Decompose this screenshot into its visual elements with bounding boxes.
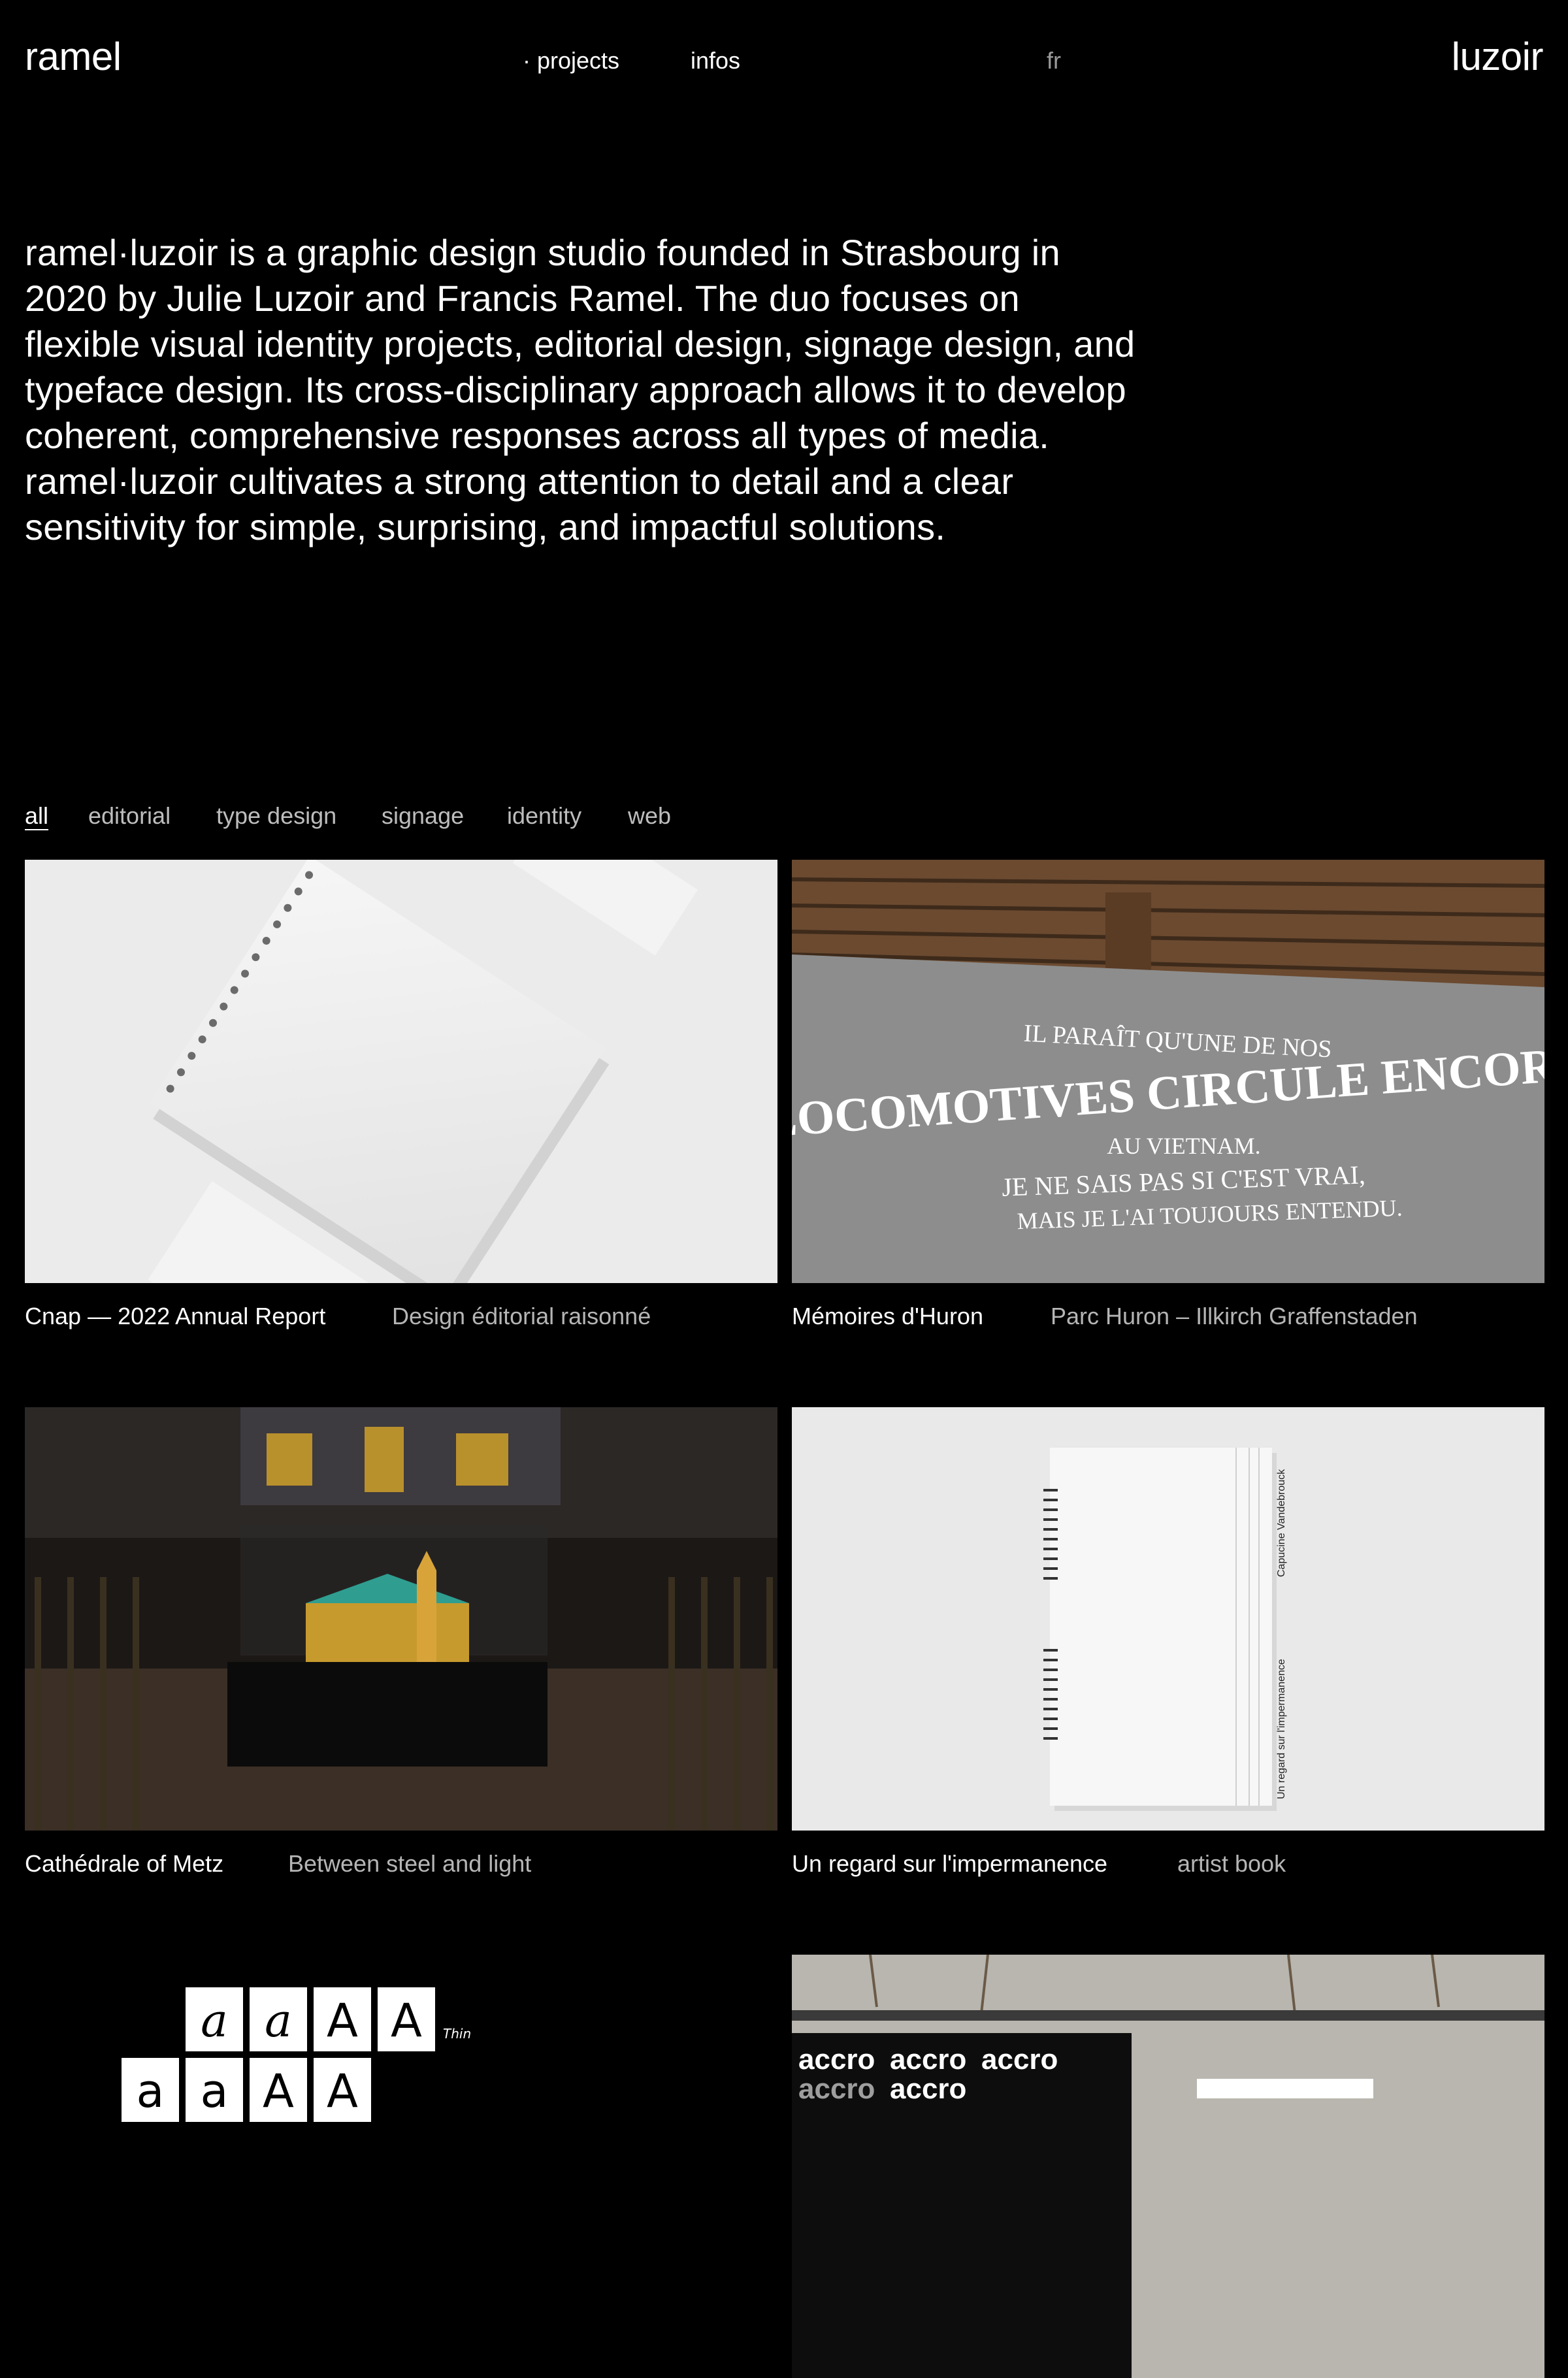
svg-text:a: a (201, 2064, 229, 2118)
project-title[interactable]: Cathédrale of Metz (25, 1850, 223, 1878)
logo-luzoir[interactable]: luzoir (1452, 34, 1544, 79)
studio-intro-text: ramel·luzoir is a graphic design studio … (25, 232, 1135, 547)
svg-text:accro: accro (981, 2044, 1058, 2076)
svg-text:a: a (265, 1994, 292, 2047)
project-thumbnail-cnap-notebooks[interactable] (25, 860, 777, 1283)
filter-editorial[interactable]: editorial (88, 802, 171, 830)
project-subtitle: Design éditorial raisonné (392, 1303, 651, 1329)
project-title[interactable]: Mémoires d'Huron (792, 1303, 983, 1330)
project-title[interactable]: Cnap — 2022 Annual Report (25, 1303, 325, 1330)
filter-identity[interactable]: identity (507, 802, 581, 830)
nav-infos-link[interactable]: infos (691, 47, 740, 74)
project-thumbnail-artist-book[interactable]: Capucine Vandebrouck Un regard sur l'imp… (792, 1407, 1544, 1831)
svg-text:A: A (263, 2064, 294, 2118)
svg-text:accro: accro (890, 2044, 966, 2076)
nav-projects-link[interactable]: · projects (523, 47, 619, 74)
filter-web[interactable]: web (628, 802, 671, 830)
project-subtitle: Parc Huron – Illkirch Graffenstaden (1051, 1303, 1418, 1329)
filter-type-design[interactable]: type design (216, 802, 336, 830)
book-title-text: Un regard sur l'impermanence (1276, 1659, 1287, 1799)
filter-signage[interactable]: signage (382, 802, 464, 830)
project-thumbnail-metz-cathedral-model[interactable] (25, 1407, 777, 1831)
svg-text:A: A (327, 2064, 358, 2118)
language-switch-fr[interactable]: fr (1047, 47, 1061, 74)
project-thumbnail-huron-signage-wall[interactable]: IL PARAÎT QU'UNE DE NOS LOCOMOTIVES CIRC… (792, 860, 1544, 1283)
svg-text:accro: accro (798, 2073, 875, 2105)
weight-label-thin: Thin (443, 2026, 471, 2042)
project-subtitle: Between steel and light (288, 1850, 532, 1877)
svg-text:a: a (137, 2064, 165, 2118)
filter-all[interactable]: all (25, 802, 48, 830)
svg-text:A: A (327, 1994, 358, 2047)
project-thumbnail-type-specimen[interactable]: a a A A a a A A Thin (25, 1955, 777, 2378)
site-header: ramel · projects infos fr luzoir (0, 0, 1568, 118)
project-title[interactable]: Un regard sur l'impermanence (792, 1850, 1107, 1878)
book-author-text: Capucine Vandebrouck (1276, 1469, 1287, 1577)
poster-accro-text: accro (798, 2044, 875, 2076)
svg-text:a: a (201, 1994, 228, 2047)
project-thumbnail-accro-poster[interactable]: accro accro accro accro accro (792, 1955, 1544, 2378)
signage-line-3: AU VIETNAM. (1107, 1133, 1260, 1159)
project-subtitle: artist book (1177, 1850, 1286, 1877)
svg-text:A: A (391, 1994, 422, 2047)
logo-ramel[interactable]: ramel (25, 34, 122, 79)
svg-text:accro: accro (890, 2073, 966, 2105)
